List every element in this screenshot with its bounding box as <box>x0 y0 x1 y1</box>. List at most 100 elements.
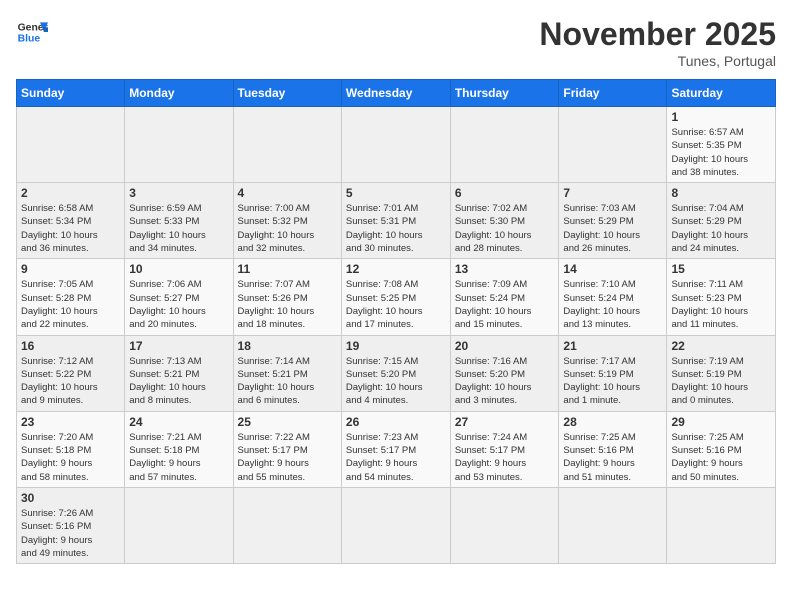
day-cell <box>450 107 559 183</box>
day-info: Sunrise: 6:59 AM Sunset: 5:33 PM Dayligh… <box>129 202 228 255</box>
title-block: November 2025 Tunes, Portugal <box>539 16 776 69</box>
day-cell: 6 Sunrise: 7:02 AM Sunset: 5:30 PM Daylig… <box>450 183 559 259</box>
day-cell: 25Sunrise: 7:22 AM Sunset: 5:17 PM Dayli… <box>233 411 341 487</box>
day-cell <box>341 107 450 183</box>
weekday-header-thursday: Thursday <box>450 80 559 107</box>
location: Tunes, Portugal <box>539 53 776 69</box>
day-number: 30 <box>21 491 120 505</box>
day-number: 13 <box>455 262 555 276</box>
page-header: General Blue November 2025 Tunes, Portug… <box>16 16 776 69</box>
day-info: Sunrise: 7:21 AM Sunset: 5:18 PM Dayligh… <box>129 431 228 484</box>
day-info: Sunrise: 7:13 AM Sunset: 5:21 PM Dayligh… <box>129 355 228 408</box>
day-info: Sunrise: 7:09 AM Sunset: 5:24 PM Dayligh… <box>455 278 555 331</box>
week-row-0: 1Sunrise: 6:57 AM Sunset: 5:35 PM Daylig… <box>17 107 776 183</box>
day-cell <box>667 487 776 563</box>
week-row-5: 30 Sunrise: 7:26 AM Sunset: 5:16 PM Dayli… <box>17 487 776 563</box>
day-cell: 18Sunrise: 7:14 AM Sunset: 5:21 PM Dayli… <box>233 335 341 411</box>
day-cell: 24Sunrise: 7:21 AM Sunset: 5:18 PM Dayli… <box>125 411 233 487</box>
day-info: Sunrise: 7:26 AM Sunset: 5:16 PM Dayligh… <box>21 507 120 560</box>
day-number: 10 <box>129 262 228 276</box>
day-info: Sunrise: 7:07 AM Sunset: 5:26 PM Dayligh… <box>238 278 337 331</box>
week-row-2: 9 Sunrise: 7:05 AM Sunset: 5:28 PM Daylig… <box>17 259 776 335</box>
day-number: 7 <box>563 186 662 200</box>
weekday-header-tuesday: Tuesday <box>233 80 341 107</box>
day-cell: 10 Sunrise: 7:06 AM Sunset: 5:27 PM Dayli… <box>125 259 233 335</box>
day-cell: 12 Sunrise: 7:08 AM Sunset: 5:25 PM Dayli… <box>341 259 450 335</box>
day-cell <box>450 487 559 563</box>
day-number: 23 <box>21 415 120 429</box>
day-cell <box>125 487 233 563</box>
day-cell: 23Sunrise: 7:20 AM Sunset: 5:18 PM Dayli… <box>17 411 125 487</box>
day-cell: 28 Sunrise: 7:25 AM Sunset: 5:16 PM Dayli… <box>559 411 667 487</box>
svg-text:Blue: Blue <box>18 34 41 45</box>
day-cell <box>233 107 341 183</box>
day-info: Sunrise: 7:06 AM Sunset: 5:27 PM Dayligh… <box>129 278 228 331</box>
day-cell: 14 Sunrise: 7:10 AM Sunset: 5:24 PM Dayli… <box>559 259 667 335</box>
day-info: Sunrise: 7:16 AM Sunset: 5:20 PM Dayligh… <box>455 355 555 408</box>
day-cell: 26Sunrise: 7:23 AM Sunset: 5:17 PM Dayli… <box>341 411 450 487</box>
weekday-header-saturday: Saturday <box>667 80 776 107</box>
day-cell <box>559 107 667 183</box>
week-row-4: 23Sunrise: 7:20 AM Sunset: 5:18 PM Dayli… <box>17 411 776 487</box>
day-cell <box>341 487 450 563</box>
weekday-header-monday: Monday <box>125 80 233 107</box>
day-cell: 11 Sunrise: 7:07 AM Sunset: 5:26 PM Dayli… <box>233 259 341 335</box>
day-cell: 29Sunrise: 7:25 AM Sunset: 5:16 PM Dayli… <box>667 411 776 487</box>
day-info: Sunrise: 7:08 AM Sunset: 5:25 PM Dayligh… <box>346 278 446 331</box>
day-info: Sunrise: 7:10 AM Sunset: 5:24 PM Dayligh… <box>563 278 662 331</box>
day-number: 3 <box>129 186 228 200</box>
day-number: 28 <box>563 415 662 429</box>
day-number: 4 <box>238 186 337 200</box>
day-cell: 4 Sunrise: 7:00 AM Sunset: 5:32 PM Daylig… <box>233 183 341 259</box>
day-info: Sunrise: 7:23 AM Sunset: 5:17 PM Dayligh… <box>346 431 446 484</box>
day-info: Sunrise: 7:25 AM Sunset: 5:16 PM Dayligh… <box>671 431 771 484</box>
day-number: 14 <box>563 262 662 276</box>
day-cell: 1Sunrise: 6:57 AM Sunset: 5:35 PM Daylig… <box>667 107 776 183</box>
day-info: Sunrise: 7:01 AM Sunset: 5:31 PM Dayligh… <box>346 202 446 255</box>
week-row-1: 2Sunrise: 6:58 AM Sunset: 5:34 PM Daylig… <box>17 183 776 259</box>
day-cell: 19 Sunrise: 7:15 AM Sunset: 5:20 PM Dayli… <box>341 335 450 411</box>
day-cell: 30 Sunrise: 7:26 AM Sunset: 5:16 PM Dayli… <box>17 487 125 563</box>
logo-icon: General Blue <box>16 16 48 48</box>
day-info: Sunrise: 7:03 AM Sunset: 5:29 PM Dayligh… <box>563 202 662 255</box>
week-row-3: 16Sunrise: 7:12 AM Sunset: 5:22 PM Dayli… <box>17 335 776 411</box>
day-info: Sunrise: 7:05 AM Sunset: 5:28 PM Dayligh… <box>21 278 120 331</box>
day-cell: 8Sunrise: 7:04 AM Sunset: 5:29 PM Daylig… <box>667 183 776 259</box>
day-number: 15 <box>671 262 771 276</box>
day-info: Sunrise: 7:00 AM Sunset: 5:32 PM Dayligh… <box>238 202 337 255</box>
day-cell: 3 Sunrise: 6:59 AM Sunset: 5:33 PM Daylig… <box>125 183 233 259</box>
day-cell: 22 Sunrise: 7:19 AM Sunset: 5:19 PM Dayli… <box>667 335 776 411</box>
day-cell: 15 Sunrise: 7:11 AM Sunset: 5:23 PM Dayli… <box>667 259 776 335</box>
day-cell: 5 Sunrise: 7:01 AM Sunset: 5:31 PM Daylig… <box>341 183 450 259</box>
day-info: Sunrise: 7:12 AM Sunset: 5:22 PM Dayligh… <box>21 355 120 408</box>
day-number: 21 <box>563 339 662 353</box>
day-info: Sunrise: 7:15 AM Sunset: 5:20 PM Dayligh… <box>346 355 446 408</box>
day-cell: 27Sunrise: 7:24 AM Sunset: 5:17 PM Dayli… <box>450 411 559 487</box>
day-info: Sunrise: 6:58 AM Sunset: 5:34 PM Dayligh… <box>21 202 120 255</box>
day-number: 19 <box>346 339 446 353</box>
day-cell <box>233 487 341 563</box>
day-info: Sunrise: 7:17 AM Sunset: 5:19 PM Dayligh… <box>563 355 662 408</box>
day-cell: 17Sunrise: 7:13 AM Sunset: 5:21 PM Dayli… <box>125 335 233 411</box>
day-info: Sunrise: 7:11 AM Sunset: 5:23 PM Dayligh… <box>671 278 771 331</box>
weekday-header-friday: Friday <box>559 80 667 107</box>
day-cell <box>125 107 233 183</box>
day-info: Sunrise: 7:19 AM Sunset: 5:19 PM Dayligh… <box>671 355 771 408</box>
day-number: 5 <box>346 186 446 200</box>
day-number: 9 <box>21 262 120 276</box>
day-info: Sunrise: 7:02 AM Sunset: 5:30 PM Dayligh… <box>455 202 555 255</box>
day-cell: 16Sunrise: 7:12 AM Sunset: 5:22 PM Dayli… <box>17 335 125 411</box>
day-info: Sunrise: 7:14 AM Sunset: 5:21 PM Dayligh… <box>238 355 337 408</box>
day-number: 6 <box>455 186 555 200</box>
day-number: 11 <box>238 262 337 276</box>
day-number: 12 <box>346 262 446 276</box>
weekday-header-wednesday: Wednesday <box>341 80 450 107</box>
day-number: 20 <box>455 339 555 353</box>
day-cell: 9 Sunrise: 7:05 AM Sunset: 5:28 PM Daylig… <box>17 259 125 335</box>
day-info: Sunrise: 7:25 AM Sunset: 5:16 PM Dayligh… <box>563 431 662 484</box>
day-number: 22 <box>671 339 771 353</box>
day-number: 27 <box>455 415 555 429</box>
day-cell: 7 Sunrise: 7:03 AM Sunset: 5:29 PM Daylig… <box>559 183 667 259</box>
day-number: 25 <box>238 415 337 429</box>
calendar: SundayMondayTuesdayWednesdayThursdayFrid… <box>16 79 776 564</box>
